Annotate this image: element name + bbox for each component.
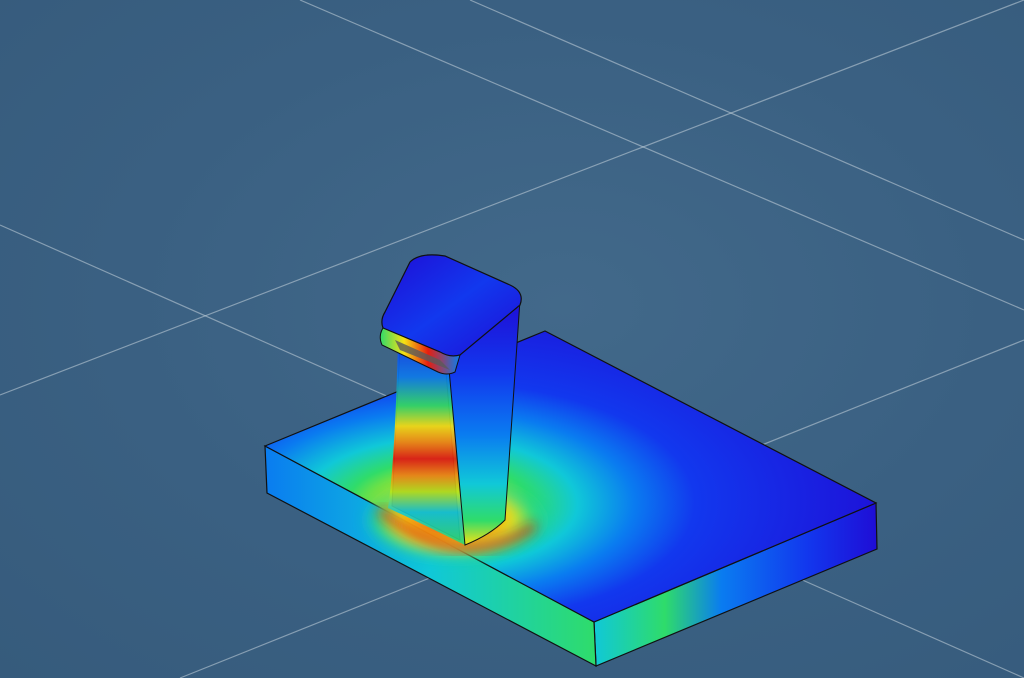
grid-line: [469, 0, 1024, 241]
3d-viewport[interactable]: [0, 0, 1024, 678]
stress-model[interactable]: [263, 254, 878, 668]
scene-canvas[interactable]: [0, 0, 1024, 678]
